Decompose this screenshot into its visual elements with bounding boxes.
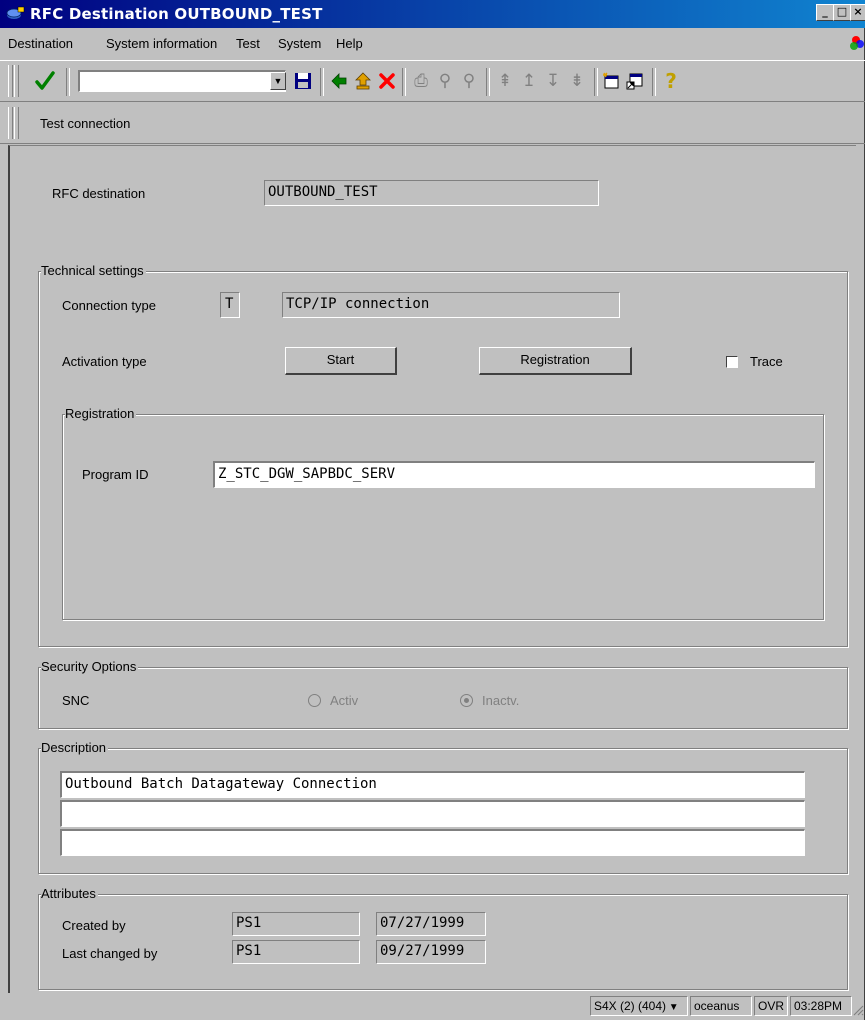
attributes-title: Attributes [41, 886, 98, 901]
start-button[interactable]: Start [285, 347, 397, 375]
connection-type-label: Connection type [62, 298, 156, 313]
application-toolbar: Test connection [0, 103, 865, 144]
trace-label: Trace [750, 354, 783, 369]
close-button[interactable]: × [850, 4, 865, 21]
last-changed-by-label: Last changed by [62, 946, 158, 961]
snc-label: SNC [62, 693, 90, 708]
maximize-button[interactable]: □ [833, 4, 851, 21]
technical-settings-title: Technical settings [41, 263, 146, 278]
description-line-1[interactable]: Outbound Batch Datagateway Connection [60, 771, 805, 798]
last-changed-on-date: 09/27/1999 [376, 940, 486, 964]
description-line-3[interactable] [60, 829, 805, 856]
connection-type-code: T [220, 292, 240, 318]
rfc-destination-label: RFC destination [52, 186, 146, 201]
snc-activ-label: Activ [330, 693, 359, 708]
resize-grip-icon[interactable] [852, 1004, 864, 1016]
chevron-down-icon: ▼ [666, 1002, 679, 1013]
status-system: S4X (2) (404) [594, 999, 667, 1013]
cancel-icon[interactable] [378, 72, 396, 90]
minimize-button[interactable]: _ [816, 4, 834, 21]
menu-system-information[interactable]: System information [106, 36, 217, 51]
last-page-icon[interactable]: ⇟ [566, 70, 588, 92]
command-field[interactable] [78, 70, 286, 92]
last-changed-by-user: PS1 [232, 940, 360, 964]
status-host: oceanus [690, 996, 752, 1016]
toolbar-grip [14, 65, 19, 97]
find-next-icon[interactable]: ⚲ [458, 70, 480, 92]
toolbar-separator [320, 68, 324, 96]
snc-inactv-radio[interactable] [460, 694, 473, 707]
title-bar: RFC Destination OUTBOUND_TEST _ □ × [0, 0, 865, 28]
command-dropdown-button[interactable]: ▼ [270, 72, 286, 90]
toolbar-separator [66, 68, 70, 96]
toolbar-grip [14, 107, 19, 139]
find-icon[interactable]: ⚲ [434, 70, 456, 92]
save-icon[interactable] [294, 72, 312, 90]
back-icon[interactable] [330, 72, 348, 90]
test-connection-button[interactable]: Test connection [40, 116, 130, 131]
toolbar-grip [8, 107, 13, 139]
snc-activ-radio[interactable] [308, 694, 321, 707]
security-options-title: Security Options [41, 659, 139, 674]
registration-title: Registration [65, 406, 137, 421]
toolbar-separator [486, 68, 490, 96]
connection-type-description: TCP/IP connection [282, 292, 620, 318]
registration-group: Registration [62, 406, 824, 620]
trace-checkbox[interactable] [726, 356, 738, 368]
generate-shortcut-icon[interactable] [626, 72, 644, 90]
program-id-label: Program ID [82, 467, 149, 482]
create-session-icon[interactable] [602, 72, 620, 90]
status-mode: OVR [754, 996, 788, 1016]
print-icon[interactable]: ⎙ [410, 70, 432, 92]
status-system-info[interactable]: S4X (2) (404) ▼ [590, 996, 688, 1016]
snc-inactv-label: Inactv. [482, 693, 520, 708]
program-id-input[interactable]: Z_STC_DGW_SAPBDC_SERV [213, 461, 815, 488]
check-icon[interactable] [34, 70, 56, 92]
exit-icon[interactable] [354, 72, 372, 90]
menu-system[interactable]: System [278, 36, 321, 51]
menu-help[interactable]: Help [336, 36, 363, 51]
help-icon[interactable]: ? [660, 70, 682, 92]
menu-destination[interactable]: Destination [8, 36, 73, 51]
sap-app-icon [6, 6, 25, 19]
menu-bar: Destination System information Test Syst… [0, 30, 865, 58]
toolbar-separator [652, 68, 656, 96]
toolbar-grip [8, 65, 13, 97]
created-by-user: PS1 [232, 912, 360, 936]
created-on-date: 07/27/1999 [376, 912, 486, 936]
window-title: RFC Destination OUTBOUND_TEST [30, 5, 323, 23]
description-line-2[interactable] [60, 800, 805, 827]
registration-button[interactable]: Registration [479, 347, 632, 375]
rfc-destination-field: OUTBOUND_TEST [264, 180, 599, 206]
sap-window: RFC Destination OUTBOUND_TEST _ □ × Dest… [0, 0, 865, 1020]
previous-page-icon[interactable]: ↥ [518, 70, 540, 92]
sap-logo-icon [850, 36, 864, 50]
activation-type-label: Activation type [62, 354, 147, 369]
first-page-icon[interactable]: ⇞ [494, 70, 516, 92]
created-by-label: Created by [62, 918, 126, 933]
toolbar-separator [402, 68, 406, 96]
next-page-icon[interactable]: ↧ [542, 70, 564, 92]
security-options-group: Security Options [38, 659, 848, 729]
menu-test[interactable]: Test [236, 36, 260, 51]
description-title: Description [41, 740, 109, 755]
status-time: 03:28PM [790, 996, 852, 1016]
toolbar-separator [594, 68, 598, 96]
